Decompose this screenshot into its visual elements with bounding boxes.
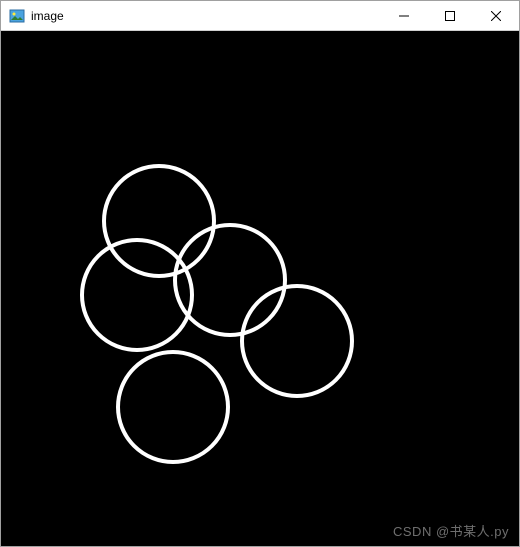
titlebar[interactable]: image xyxy=(1,1,519,31)
canvas-area: CSDN @书某人.py xyxy=(1,31,519,546)
image-icon xyxy=(9,8,25,24)
window-title: image xyxy=(31,9,381,23)
app-window: image CSDN @书某人.py xyxy=(0,0,520,547)
circle-4 xyxy=(118,352,228,462)
minimize-button[interactable] xyxy=(381,1,427,30)
maximize-button[interactable] xyxy=(427,1,473,30)
canvas xyxy=(1,31,519,546)
window-controls xyxy=(381,1,519,30)
circle-0 xyxy=(104,166,214,276)
circle-3 xyxy=(242,286,352,396)
close-button[interactable] xyxy=(473,1,519,30)
